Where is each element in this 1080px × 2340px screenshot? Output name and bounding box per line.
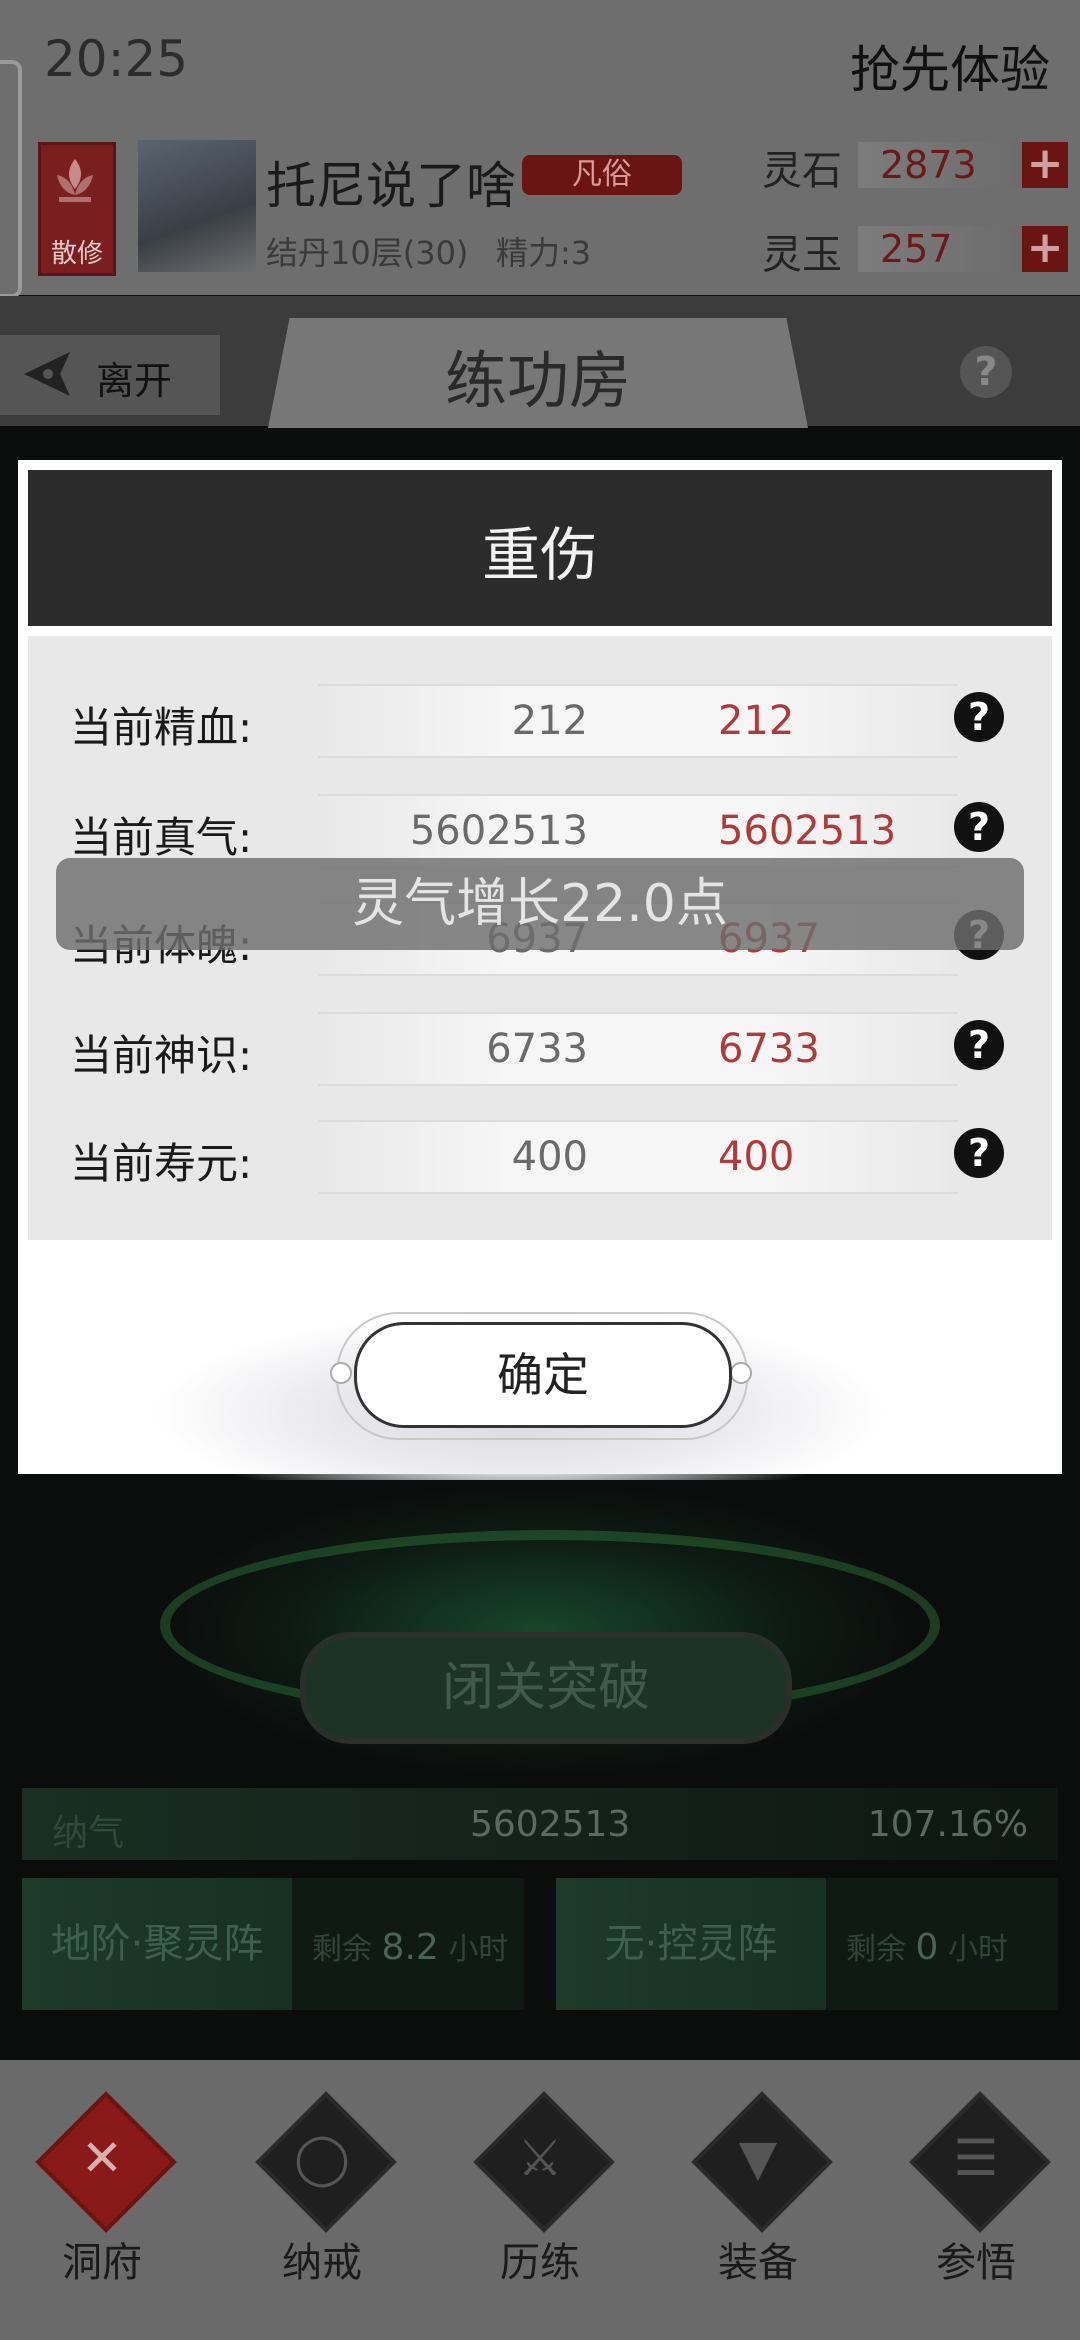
sect-badge[interactable]: 散修	[38, 142, 116, 276]
help-icon[interactable]: ?	[954, 692, 1004, 742]
array-remaining-unit: 小时	[948, 1932, 1008, 1967]
cross-icon: ✕	[81, 2129, 123, 2187]
stat-row-divine-sense: 当前神识: 6733 6733 ?	[28, 1004, 1052, 1094]
tab-canwu[interactable]: ☰ 参悟	[886, 2091, 1066, 2320]
qi-label: 纳气	[52, 1813, 125, 1854]
rank-badge: 凡俗	[522, 155, 682, 195]
energy-value: 精力:3	[496, 234, 592, 272]
stat-old-value: 5602513	[409, 808, 588, 854]
array-name: 地阶·聚灵阵	[22, 1878, 292, 2010]
array-remaining: 剩余 8.2 小时	[312, 1924, 508, 1968]
sword-icon: ▼	[738, 2129, 778, 2187]
back-arrow-icon	[24, 352, 70, 396]
stat-new-value: 212	[718, 698, 795, 744]
side-drawer-handle[interactable]	[0, 60, 22, 298]
array-remaining-prefix: 剩余	[312, 1932, 372, 1967]
help-icon[interactable]: ?	[960, 346, 1012, 398]
breakthrough-button[interactable]: 闭关突破	[300, 1632, 792, 1744]
add-spirit-jade-button[interactable]: +	[1022, 226, 1068, 272]
array-remaining-value: 8.2	[381, 1927, 439, 1968]
stat-label: 当前寿元:	[70, 1139, 253, 1188]
stat-label: 当前神识:	[70, 1031, 253, 1080]
stat-old-value: 400	[511, 1134, 588, 1180]
tab-dongfu[interactable]: ✕ 洞府	[12, 2091, 192, 2320]
stat-label: 当前真气:	[70, 813, 253, 862]
cultivation-level: 结丹10层(30)	[266, 234, 469, 272]
tab-label: 洞府	[62, 2240, 142, 2286]
array-slot-spirit-gathering[interactable]: 地阶·聚灵阵 剩余 8.2 小时	[22, 1878, 524, 2010]
avatar[interactable]	[138, 140, 256, 272]
leave-label: 离开	[96, 359, 173, 403]
array-remaining-unit: 小时	[448, 1932, 509, 1967]
tab-lilian[interactable]: ⚔ 历练	[450, 2091, 630, 2320]
stat-old-value: 212	[511, 698, 588, 744]
help-icon[interactable]: ?	[954, 1128, 1004, 1178]
sect-label: 散修	[50, 239, 103, 269]
lotus-icon	[57, 159, 93, 202]
stat-label: 当前精血:	[70, 703, 253, 752]
qi-value: 5602513	[470, 1804, 631, 1845]
tab-label: 装备	[718, 2240, 798, 2286]
button-knob-left	[330, 1362, 352, 1384]
spirit-jade-label: 灵玉	[762, 232, 842, 278]
early-access-button[interactable]: 抢先体验	[850, 30, 1050, 102]
dialog-title: 重伤	[481, 521, 598, 589]
stat-row-lifespan: 当前寿元: 400 400 ?	[28, 1112, 1052, 1202]
array-name: 无·控灵阵	[556, 1878, 826, 2010]
qi-percent: 107.16%	[867, 1804, 1028, 1845]
array-slot-spirit-control[interactable]: 无·控灵阵 剩余 0 小时	[556, 1878, 1058, 2010]
spirit-jade-value: 257	[858, 226, 1040, 272]
help-icon[interactable]: ?	[954, 802, 1004, 852]
stat-new-value: 5602513	[718, 808, 897, 854]
help-icon[interactable]: ?	[954, 1020, 1004, 1070]
stat-old-value: 6733	[486, 1026, 588, 1072]
book-icon: ☰	[953, 2129, 999, 2187]
tab-label: 参悟	[936, 2240, 1016, 2286]
confirm-button[interactable]: 确定	[354, 1322, 732, 1428]
tab-najie[interactable]: ◯ 纳戒	[232, 2091, 412, 2320]
array-remaining: 剩余 0 小时	[846, 1924, 1008, 1968]
add-spirit-stone-button[interactable]: +	[1022, 142, 1068, 188]
stat-new-value: 400	[718, 1134, 795, 1180]
array-remaining-prefix: 剩余	[846, 1932, 906, 1967]
stat-row-essence-blood: 当前精血: 212 212 ?	[28, 676, 1052, 766]
clock: 20:25	[44, 30, 189, 88]
ring-icon: ◯	[294, 2129, 350, 2187]
toast-message: 灵气增长22.0点	[56, 858, 1024, 950]
button-knob-right	[730, 1362, 752, 1384]
tab-label: 纳戒	[282, 2240, 362, 2286]
spirit-stone-label: 灵石	[762, 148, 842, 194]
spirit-stone-value: 2873	[858, 142, 1040, 188]
page-title: 练功房	[444, 344, 631, 417]
stat-new-value: 6733	[718, 1026, 820, 1072]
player-name: 托尼说了啥	[266, 157, 516, 215]
array-remaining-value: 0	[915, 1927, 939, 1968]
swords-icon: ⚔	[517, 2129, 563, 2187]
tab-label: 历练	[500, 2240, 580, 2286]
tab-zhuangbei[interactable]: ▼ 装备	[668, 2091, 848, 2320]
